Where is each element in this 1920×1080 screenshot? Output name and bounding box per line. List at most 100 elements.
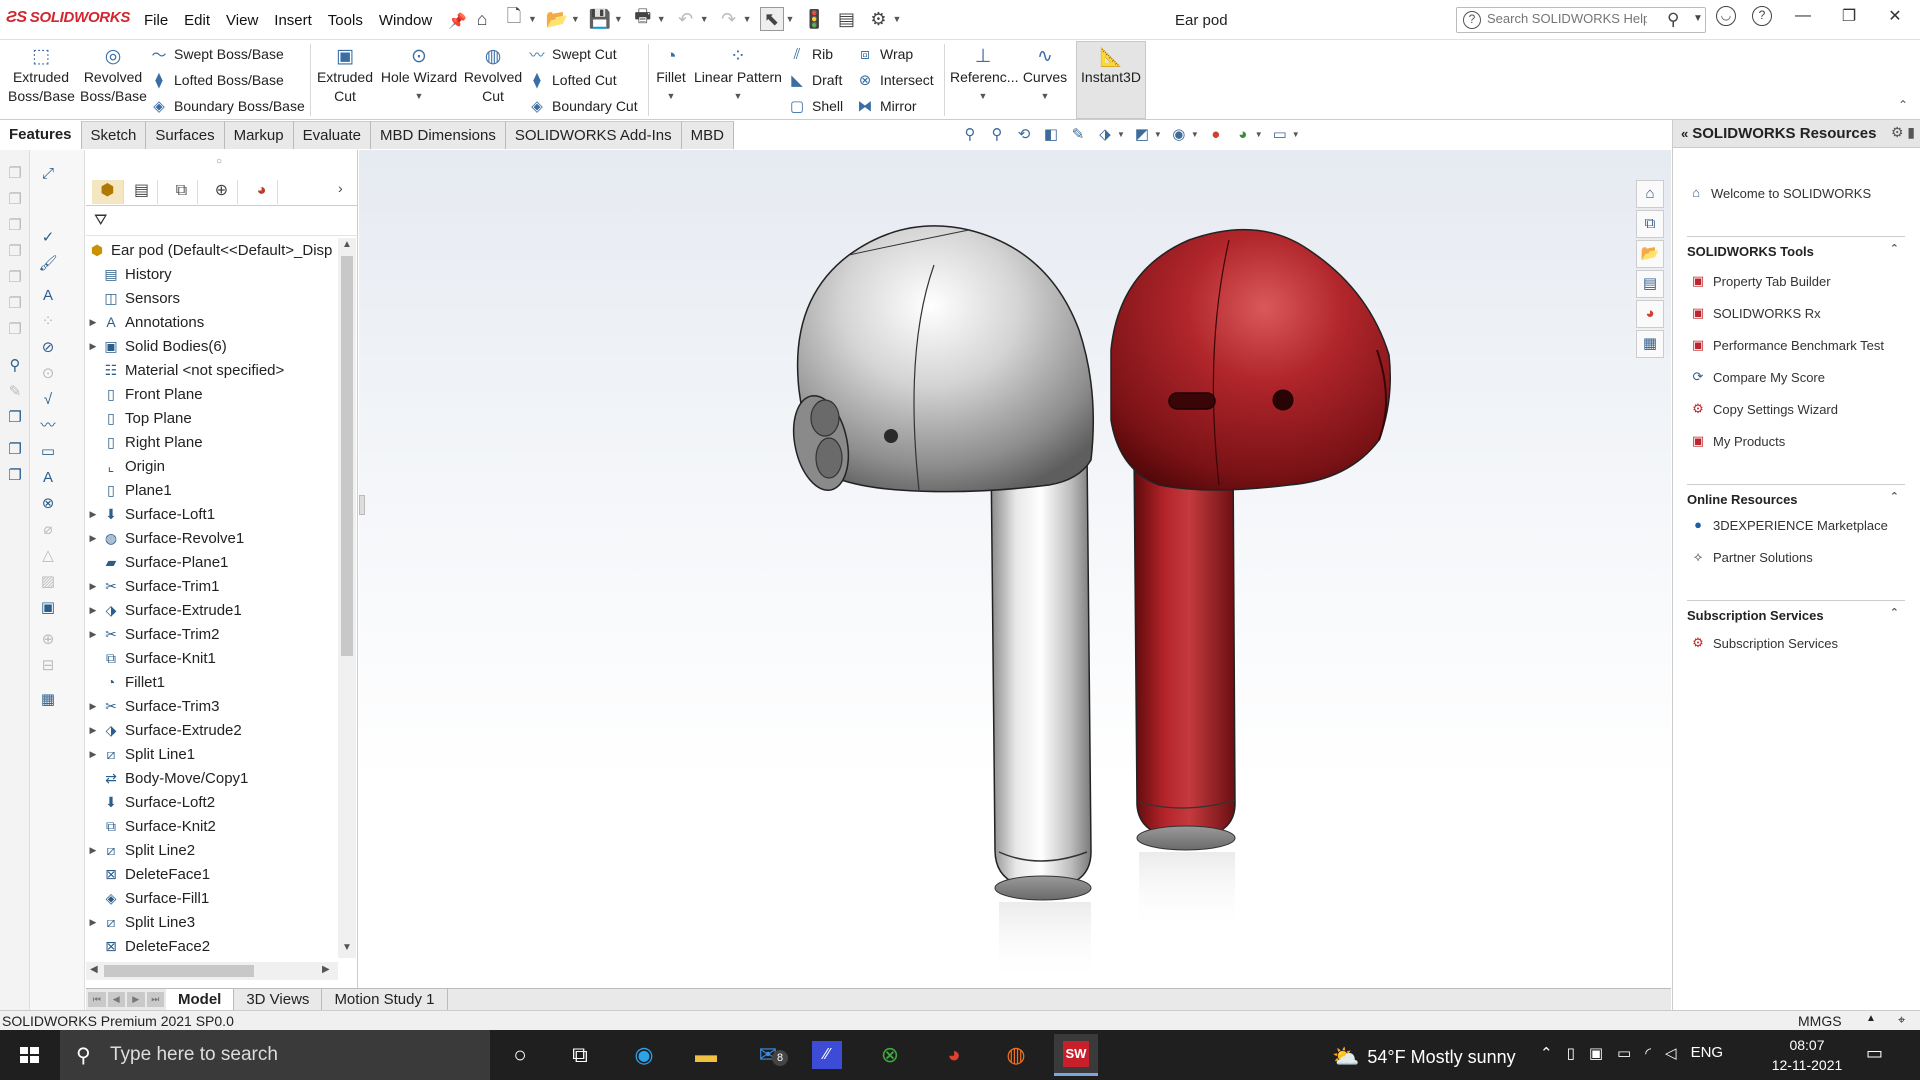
instant3d-button[interactable]: 📐 Instant3D xyxy=(1076,41,1146,119)
help-search-input[interactable] xyxy=(1487,11,1647,26)
taskbar-search-box[interactable]: ⚲ Type here to search xyxy=(60,1030,490,1080)
search-dropdown-icon[interactable]: ▼ xyxy=(1693,13,1703,24)
subscription-services-section[interactable]: Subscription Services ⌃ xyxy=(1687,600,1905,623)
spell-checker-icon[interactable]: ✓ xyxy=(38,228,58,248)
menu-window[interactable]: Window xyxy=(379,12,432,30)
pin-icon[interactable]: 📌 xyxy=(448,12,467,30)
tab-evaluate[interactable]: Evaluate xyxy=(293,121,371,149)
tab-mbd-dimensions[interactable]: MBD Dimensions xyxy=(371,121,506,149)
file-explorer-icon[interactable]: 📂 xyxy=(1636,240,1664,268)
tree-item[interactable]: ▯ Front Plane xyxy=(88,382,202,406)
expand-arrow-icon[interactable]: ▶ xyxy=(88,701,98,712)
new-document-icon[interactable]: 🗋 xyxy=(502,6,526,31)
earpod-model-render[interactable] xyxy=(359,150,1671,990)
file-properties-icon[interactable]: ▤ xyxy=(834,7,858,31)
panel-splitter[interactable] xyxy=(359,495,365,515)
subscription-services-link[interactable]: ⚙ Subscription Services xyxy=(1689,634,1838,652)
expand-arrow-icon[interactable]: ▶ xyxy=(88,629,98,640)
menu-tools[interactable]: Tools xyxy=(328,12,363,30)
tree-item[interactable]: ⌞ Origin xyxy=(88,454,165,478)
toolbar-icon[interactable]: ❐ xyxy=(5,440,25,460)
redo-icon[interactable]: ↷ xyxy=(717,7,741,31)
feature-tree-horizontal-scrollbar[interactable]: ◀ ▶ xyxy=(86,962,338,980)
mirror-button[interactable]: ⧓ Mirror xyxy=(856,95,917,117)
close-button[interactable]: ✕ xyxy=(1880,6,1910,26)
expand-arrow-icon[interactable]: ▶ xyxy=(88,533,98,544)
swept-cut-button[interactable]: 〰 Swept Cut xyxy=(528,43,616,65)
extruded-boss-button[interactable]: ⬚ Extruded Boss/Base xyxy=(8,45,75,106)
view-palette-icon[interactable]: ▤ xyxy=(1636,270,1664,298)
welcome-link[interactable]: ⌂ Welcome to SOLIDWORKS xyxy=(1687,184,1871,202)
help-question-icon[interactable]: ? xyxy=(1752,6,1772,26)
tree-item[interactable]: ⊠ DeleteFace1 xyxy=(88,862,210,886)
toolbar-icon[interactable]: ❐ xyxy=(5,466,25,486)
performance-benchmark-link[interactable]: ▣ Performance Benchmark Test xyxy=(1689,336,1884,354)
options-gear-icon[interactable]: ⚙ xyxy=(866,7,890,31)
minimize-button[interactable]: — xyxy=(1788,7,1818,25)
tab-markup[interactable]: Markup xyxy=(224,121,294,149)
3dexperience-marketplace-link[interactable]: ● 3DEXPERIENCE Marketplace xyxy=(1689,516,1888,534)
select-icon[interactable]: ⬉ xyxy=(759,7,784,31)
feature-tree-vertical-scrollbar[interactable]: ▲ ▼ xyxy=(338,238,356,958)
tree-item[interactable]: ◈ Surface-Fill1 xyxy=(88,886,210,910)
hole-wizard-button[interactable]: ⊙ Hole Wizard ▼ xyxy=(380,45,458,106)
draft-button[interactable]: ◣ Draft xyxy=(788,69,842,91)
next-tab-icon[interactable]: ▶ xyxy=(127,992,145,1007)
tree-item[interactable]: ⇄ Body-Move/Copy1 xyxy=(88,766,248,790)
dimxpert-manager-tab-icon[interactable]: ⊕ xyxy=(206,180,238,204)
hole-wizard-dropdown-icon[interactable]: ▼ xyxy=(380,87,458,106)
menu-view[interactable]: View xyxy=(226,12,258,30)
home-icon[interactable]: ⌂ xyxy=(470,7,494,31)
tree-item[interactable]: ▶ ⬗ Surface-Extrude2 xyxy=(88,718,242,742)
wifi-icon[interactable]: ◜ xyxy=(1645,1044,1651,1062)
linear-pattern-dropdown-icon[interactable]: ▼ xyxy=(694,87,782,106)
my-products-link[interactable]: ▣ My Products xyxy=(1689,432,1785,450)
firefox-icon[interactable]: ◍ xyxy=(998,1038,1034,1072)
xbox-icon[interactable]: ⊗ xyxy=(872,1038,908,1072)
table-icon[interactable]: ▦ xyxy=(38,690,58,710)
fillet-button[interactable]: ◔ Fillet ▼ xyxy=(652,45,690,106)
tree-item[interactable]: ▯ Plane1 xyxy=(88,478,172,502)
chrome-icon[interactable]: ◕ xyxy=(936,1038,972,1072)
volume-icon[interactable]: ◁ xyxy=(1665,1044,1677,1062)
edge-browser-icon[interactable]: ◉ xyxy=(626,1038,662,1072)
weather-widget[interactable]: ⛅ 54°F Mostly sunny xyxy=(1332,1044,1516,1070)
view-orientation-icon[interactable]: ⬗ xyxy=(1095,124,1115,144)
tab-sketch[interactable]: Sketch xyxy=(81,121,147,149)
tab-3d-views[interactable]: 3D Views xyxy=(234,989,323,1010)
tree-item[interactable]: ▶ ▣ Solid Bodies(6) xyxy=(88,334,227,358)
menu-file[interactable]: File xyxy=(144,12,168,30)
user-account-icon[interactable]: ◡ xyxy=(1716,6,1736,26)
fillet-dropdown-icon[interactable]: ▼ xyxy=(652,87,690,106)
wrap-button[interactable]: ⧈ Wrap xyxy=(856,43,913,65)
show-hidden-icons-icon[interactable]: ⌃ xyxy=(1540,1044,1553,1062)
scrollbar-thumb[interactable] xyxy=(104,965,254,977)
taskbar-clock[interactable]: 08:07 12-11-2021 xyxy=(1762,1035,1852,1075)
edit-appearance-icon[interactable]: ● xyxy=(1206,124,1226,144)
panel-pin-icon[interactable]: ⚙ ▮ xyxy=(1891,124,1915,141)
collapse-section-icon[interactable]: ⌃ xyxy=(1890,242,1899,255)
feature-tree-filter[interactable]: ⛛ xyxy=(86,208,358,236)
expand-arrow-icon[interactable]: ▶ xyxy=(88,725,98,736)
intersect-button[interactable]: ⊗ Intersect xyxy=(856,69,934,91)
menu-edit[interactable]: Edit xyxy=(184,12,210,30)
expand-arrow-icon[interactable]: ▶ xyxy=(88,317,98,328)
notifications-icon[interactable]: ▭ xyxy=(1866,1043,1883,1064)
solidworks-rx-link[interactable]: ▣ SOLIDWORKS Rx xyxy=(1689,304,1821,322)
appearances-icon[interactable]: ◕ xyxy=(1636,300,1664,328)
tag-icon[interactable]: ⌖ xyxy=(1898,1012,1905,1028)
tree-item[interactable]: ▯ Top Plane xyxy=(88,406,192,430)
reference-geometry-button[interactable]: ⊥ Referenc... ▼ xyxy=(950,45,1018,106)
first-tab-icon[interactable]: ⏮ xyxy=(88,992,106,1007)
tree-item[interactable]: ▯ Right Plane xyxy=(88,430,202,454)
format-painter-icon[interactable]: 🖌 xyxy=(38,254,58,274)
toolbar-icon[interactable]: ❐ xyxy=(5,408,25,428)
tab-features[interactable]: Features xyxy=(0,121,82,149)
compare-my-score-link[interactable]: ⟳ Compare My Score xyxy=(1689,368,1825,386)
extruded-cut-button[interactable]: ▣ Extruded Cut xyxy=(314,45,376,106)
display-style-icon[interactable]: ◩ xyxy=(1132,124,1152,144)
prev-tab-icon[interactable]: ◀ xyxy=(107,992,125,1007)
balloon-icon[interactable]: ⊘ xyxy=(38,338,58,358)
expand-arrow-icon[interactable]: ▶ xyxy=(88,917,98,928)
reference-dropdown-icon[interactable]: ▼ xyxy=(950,87,1016,106)
